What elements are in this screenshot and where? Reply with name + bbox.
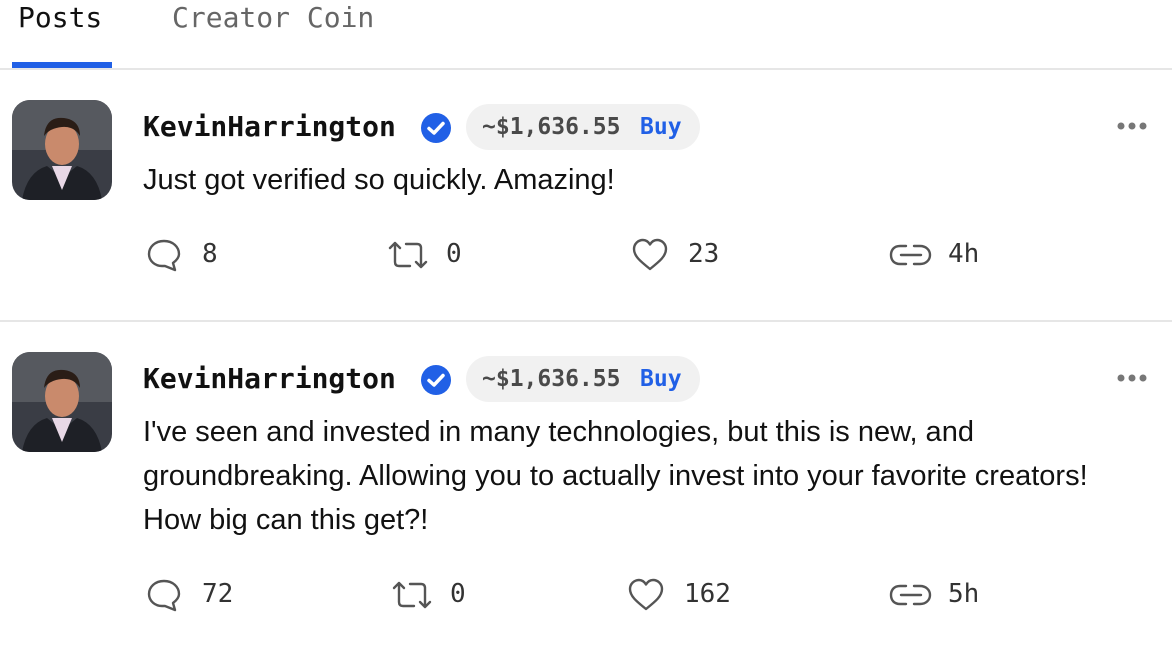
- coin-price-pill: ~$1,636.55 Buy: [466, 356, 700, 402]
- repost-count: 0: [446, 239, 462, 269]
- more-icon[interactable]: [1112, 368, 1152, 388]
- verified-badge-icon: [421, 113, 451, 143]
- post-age: 5h: [948, 579, 980, 609]
- repost-icon: [388, 241, 428, 269]
- coin-price: ~$1,636.55: [482, 366, 621, 392]
- link-icon: [889, 584, 932, 606]
- username[interactable]: KevinHarrington: [143, 110, 396, 144]
- verified-badge-icon: [421, 365, 451, 395]
- tab-posts[interactable]: Posts: [18, 0, 102, 36]
- coin-price-pill: ~$1,636.55 Buy: [466, 104, 700, 150]
- post-item[interactable]: KevinHarrington ~$1,636.55 Buy I've seen…: [0, 322, 1172, 650]
- tab-creator-coin[interactable]: Creator Coin: [172, 0, 374, 36]
- buy-button[interactable]: Buy: [640, 104, 682, 150]
- like-count: 162: [684, 579, 731, 609]
- heart-icon: [628, 578, 664, 611]
- avatar[interactable]: [12, 352, 112, 452]
- tab-bar: Posts Creator Coin: [0, 0, 1172, 70]
- repost-count: 0: [450, 579, 466, 609]
- link-icon: [889, 244, 932, 266]
- avatar[interactable]: [12, 100, 112, 200]
- buy-button[interactable]: Buy: [640, 356, 682, 402]
- heart-icon: [632, 238, 668, 271]
- post-body: Just got verified so quickly. Amazing!: [143, 164, 615, 196]
- like-count: 23: [688, 239, 720, 269]
- active-tab-indicator: [12, 62, 112, 68]
- comment-icon: [147, 239, 181, 272]
- coin-price: ~$1,636.55: [482, 114, 621, 140]
- comment-count: 72: [202, 579, 234, 609]
- comment-icon: [147, 579, 181, 612]
- post-body: I've seen and invested in many technolog…: [143, 416, 1088, 536]
- more-icon[interactable]: [1112, 116, 1152, 136]
- repost-icon: [392, 581, 432, 609]
- comment-count: 8: [202, 239, 218, 269]
- username[interactable]: KevinHarrington: [143, 362, 396, 396]
- post-age: 4h: [948, 239, 980, 269]
- post-item[interactable]: KevinHarrington ~$1,636.55 Buy Just got …: [0, 70, 1172, 322]
